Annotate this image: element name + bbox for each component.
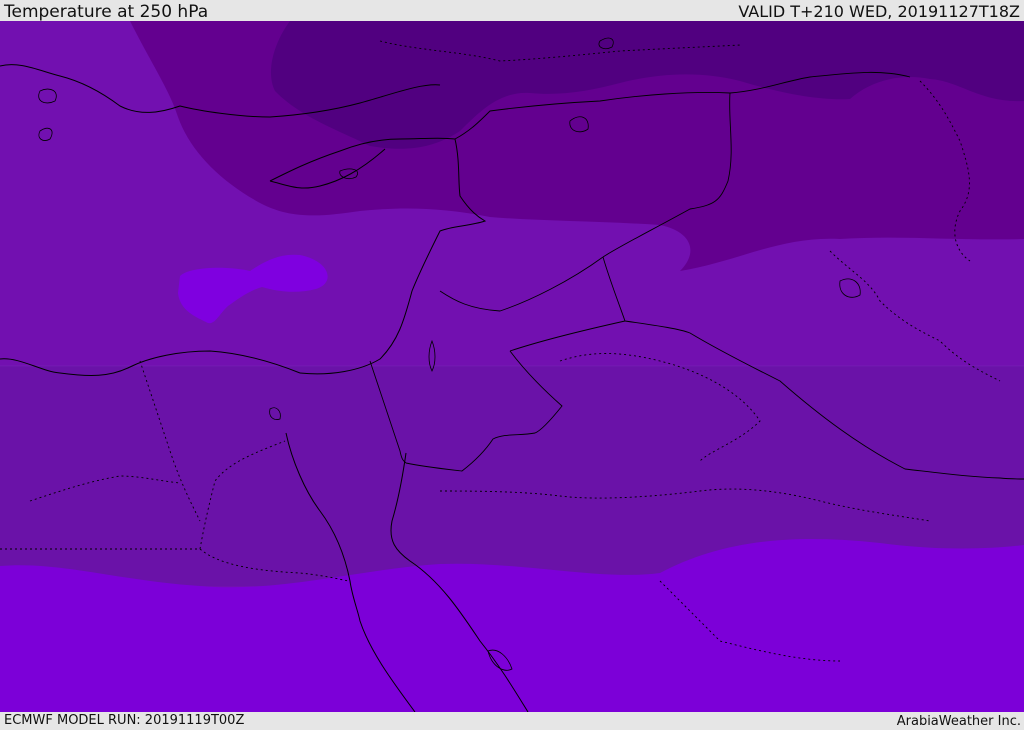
weather-map <box>0 21 1024 712</box>
footer-bar: ECMWF MODEL RUN: 20191119T00Z ArabiaWeat… <box>0 712 1024 729</box>
header-bar: Temperature at 250 hPa VALID T+210 WED, … <box>0 0 1024 22</box>
map-title: Temperature at 250 hPa <box>4 2 209 22</box>
model-run-label: ECMWF MODEL RUN: 20191119T00Z <box>4 713 245 728</box>
credit-label: ArabiaWeather Inc. <box>896 714 1021 729</box>
valid-time: VALID T+210 WED, 20191127T18Z <box>738 2 1020 21</box>
